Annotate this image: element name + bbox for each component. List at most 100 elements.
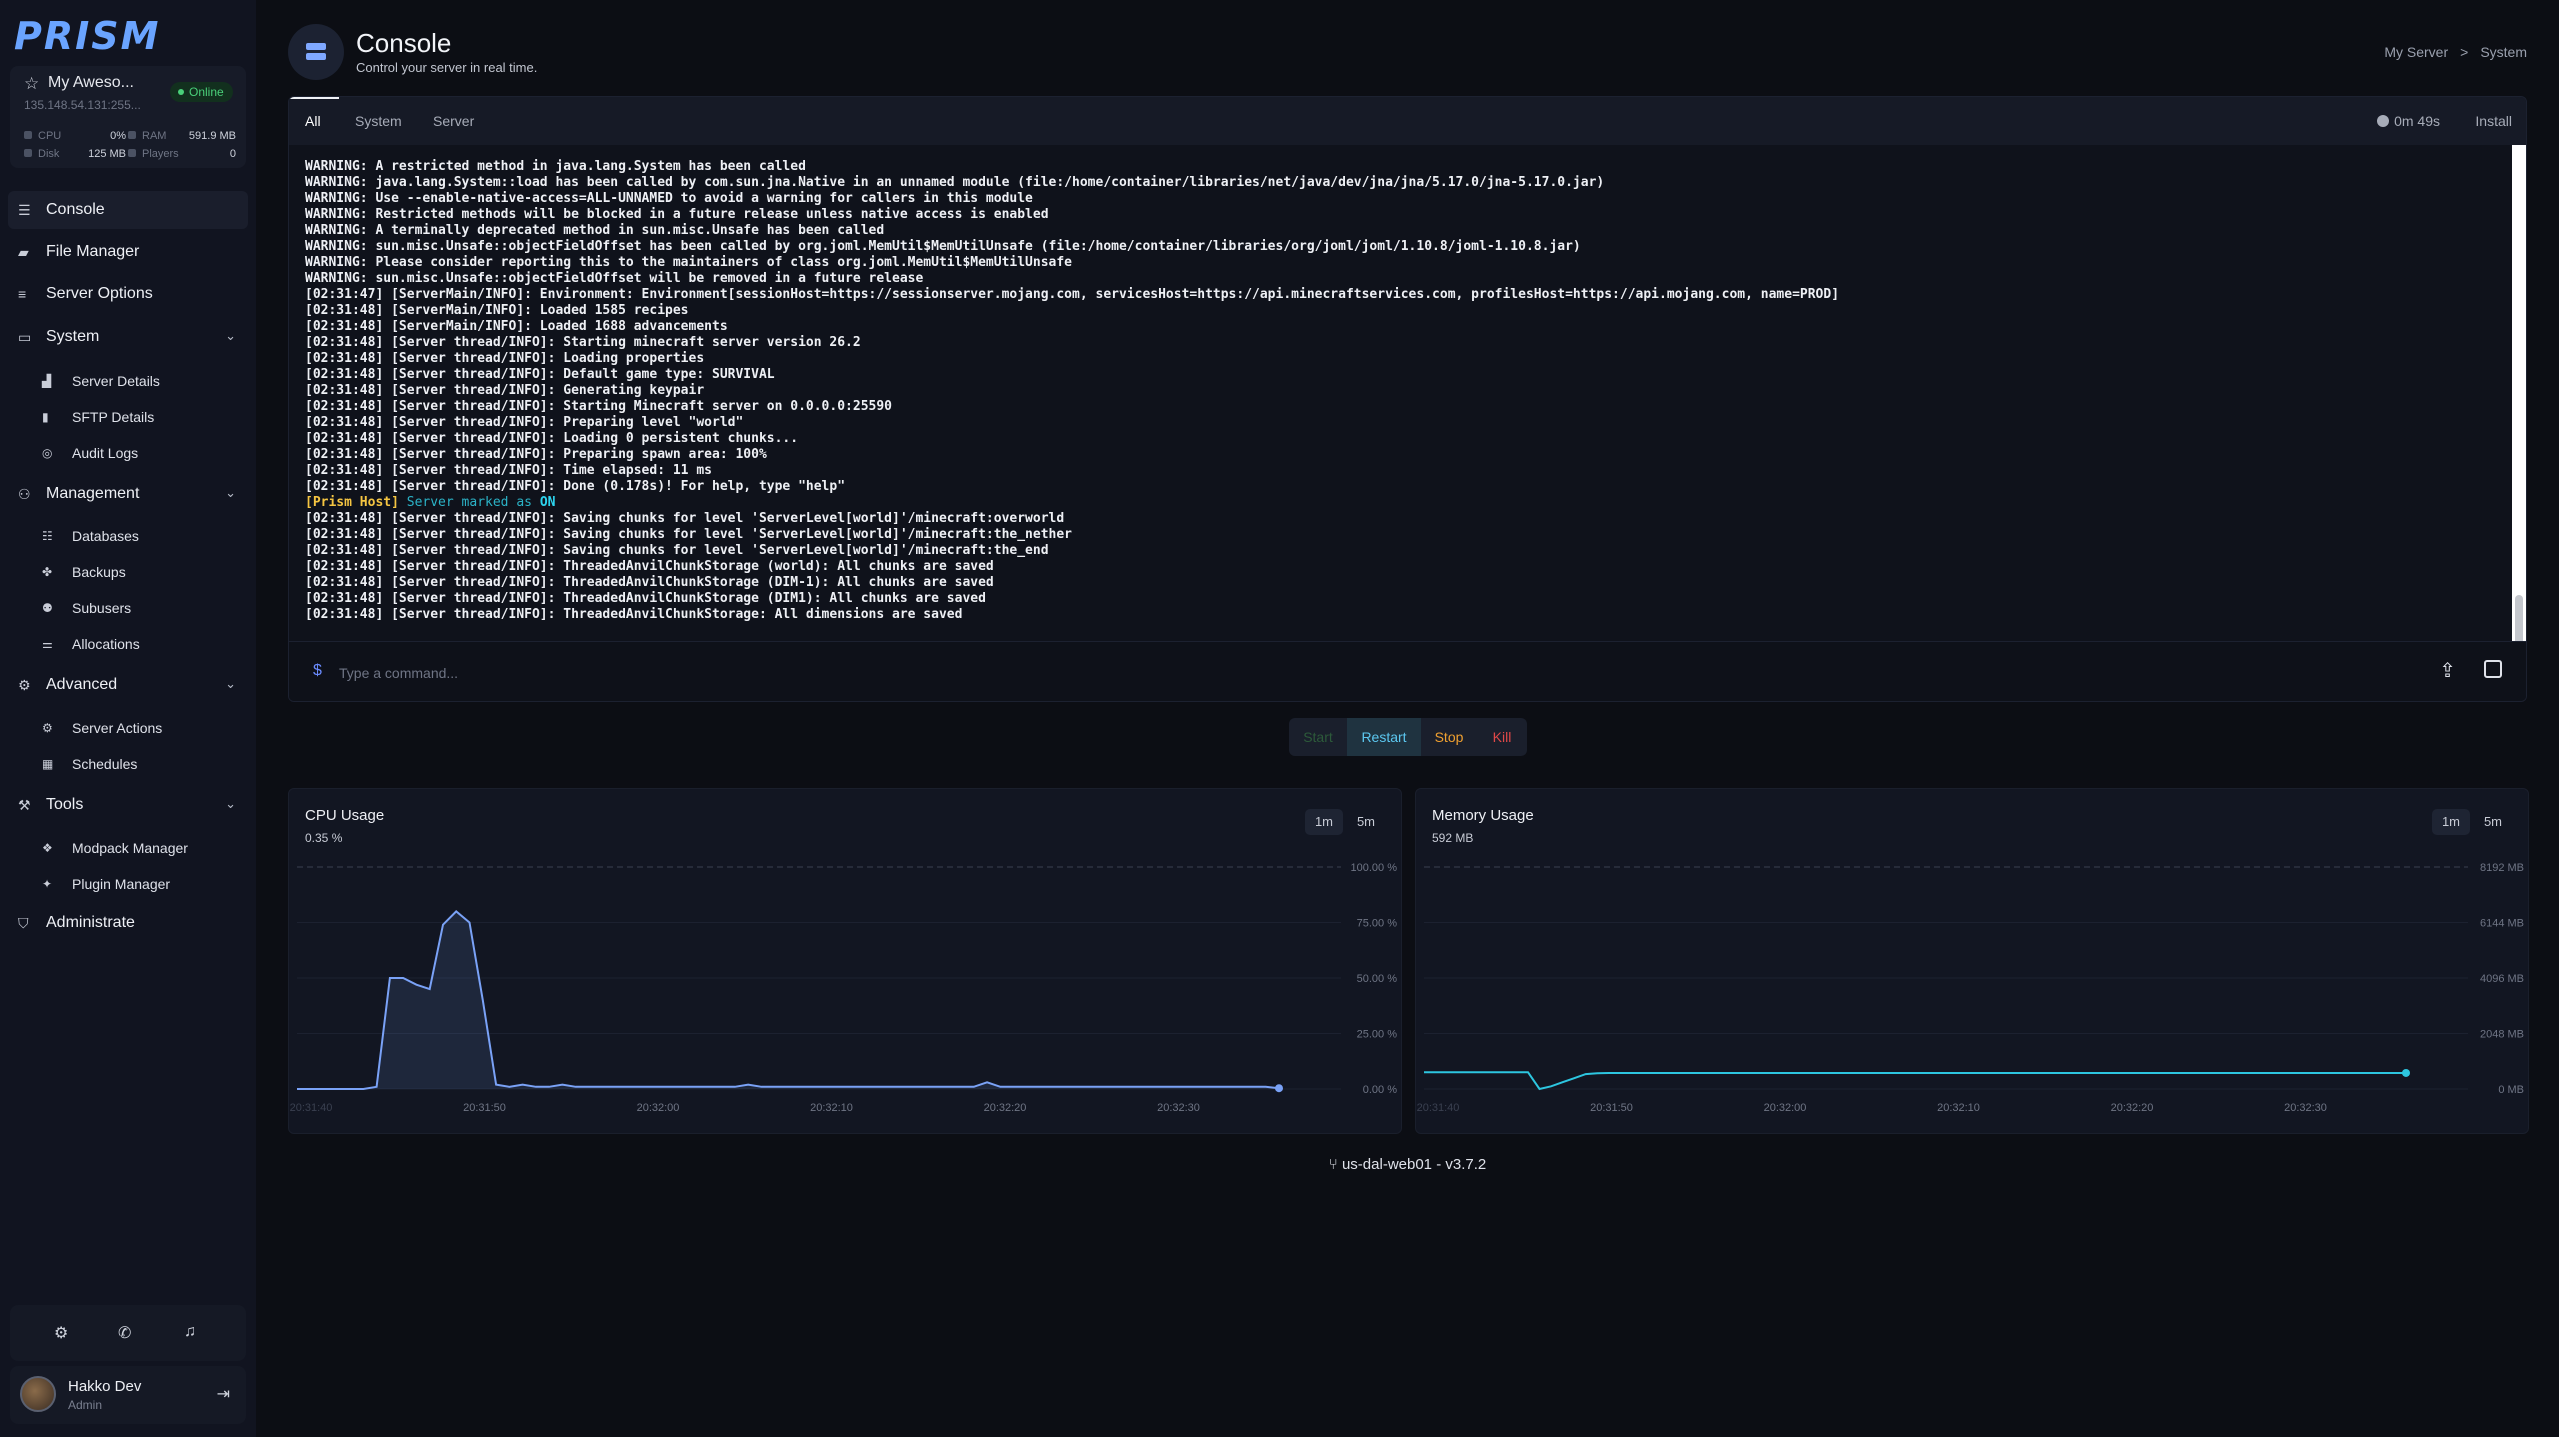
chevron-down-icon: ⌄: [225, 676, 236, 691]
y-tick-label: 100.00 %: [1351, 862, 1398, 874]
puzzle-icon: ✤: [42, 565, 53, 579]
sidebar-item-databases[interactable]: ☷ Databases: [42, 522, 242, 550]
uptime: 0m 49s: [2377, 113, 2440, 129]
series-area: [297, 911, 1279, 1089]
logout-icon[interactable]: ⇥: [217, 1384, 230, 1404]
sidebar-item-management[interactable]: ⚇ Management ⌄: [8, 475, 248, 513]
server-address: 135.148.54.131:255...: [24, 98, 141, 112]
console-panel: All System Server 0m 49s Install WARNING…: [288, 96, 2527, 702]
log-line: WARNING: Restricted methods will be bloc…: [305, 207, 1049, 222]
kill-button[interactable]: Kill: [1477, 718, 1527, 756]
sliders-icon: ≡: [18, 286, 27, 302]
brand-logo[interactable]: PRISM: [14, 14, 160, 58]
console-scrollbar[interactable]: [2512, 145, 2526, 671]
bell-icon[interactable]: ♫: [184, 1323, 196, 1341]
plug-icon: ✦: [42, 877, 53, 891]
user-role: Admin: [68, 1398, 103, 1412]
log-line: [02:31:48] [Server thread/INFO]: Threade…: [305, 575, 994, 590]
tab-server[interactable]: Server: [433, 113, 474, 129]
sidebar-item-console[interactable]: ☰ Console: [8, 191, 248, 229]
stat-disk: Disk 125 MB: [24, 148, 126, 160]
last-point: [2402, 1068, 2410, 1077]
x-tick-label: 20:32:20: [2111, 1102, 2154, 1114]
sidebar-item-sftp-details[interactable]: ▮ SFTP Details: [42, 403, 242, 431]
x-tick-label: 20:32:10: [810, 1102, 853, 1114]
sidebar-item-system[interactable]: ▭ System ⌄: [8, 318, 248, 356]
sidebar-item-server-actions[interactable]: ⚙ Server Actions: [42, 714, 242, 742]
cpu-chart: 100.00 % 75.00 % 50.00 % 25.00 % 0.00 % 20:31…: [290, 862, 1398, 1114]
series-line: [1424, 1071, 2406, 1091]
power-controls: Start Restart Stop Kill: [1289, 718, 1527, 756]
users-icon: ⚉: [42, 601, 53, 615]
cpu-icon: [24, 131, 32, 139]
cogs-icon: ⚙: [42, 721, 53, 735]
user-profile[interactable]: Hakko Dev Admin ⇥: [10, 1366, 246, 1424]
log-line: [02:31:48] [Server thread/INFO]: Threade…: [305, 591, 986, 606]
breadcrumb-item[interactable]: My Server: [2384, 44, 2448, 60]
star-icon[interactable]: ☆: [24, 74, 39, 94]
log-line: [02:31:48] [Server thread/INFO]: Threade…: [305, 607, 963, 622]
log-line: WARNING: A restricted method in java.lan…: [305, 159, 806, 174]
console-log: WARNING: A restricted method in java.lan…: [305, 159, 2485, 623]
sidebar-item-file-manager[interactable]: ▰ File Manager: [8, 233, 248, 271]
log-line: [02:31:48] [Server thread/INFO]: Default…: [305, 367, 775, 382]
command-input[interactable]: [339, 656, 2239, 690]
sidebar-item-modpack-manager[interactable]: ❖ Modpack Manager: [42, 834, 242, 862]
log-line: [02:31:48] [Server thread/INFO]: Prepari…: [305, 415, 744, 430]
x-tick-label: 20:31:50: [463, 1102, 506, 1114]
avatar[interactable]: [20, 1376, 56, 1412]
server-card[interactable]: ☆ My Aweso... Online 135.148.54.131:255.…: [10, 66, 246, 168]
y-tick-label: 2048 MB: [2480, 1029, 2524, 1041]
ram-icon: [128, 131, 136, 139]
prompt-symbol: $: [313, 662, 322, 679]
sidebar-item-schedules[interactable]: ▦ Schedules: [42, 750, 242, 778]
log-line: [02:31:47] [ServerMain/INFO]: Environmen…: [305, 287, 1840, 302]
install-tab[interactable]: Install: [2475, 113, 2512, 129]
memory-chart-card: Memory Usage 592 MB 1m 5m 8192 MB 6144 MB…: [1415, 788, 2529, 1134]
upload-icon[interactable]: ⇪: [2439, 658, 2456, 683]
sidebar-item-allocations[interactable]: ⚌ Allocations: [42, 630, 242, 658]
sidebar-item-tools[interactable]: ⚒ Tools ⌄: [8, 786, 248, 824]
last-point: [1275, 1084, 1283, 1093]
chevron-down-icon: ⌄: [225, 328, 236, 343]
stop-button[interactable]: Stop: [1421, 718, 1477, 756]
console-icon: ☰: [18, 202, 31, 218]
fingerprint-icon: ◎: [42, 446, 53, 460]
x-tick-label: 20:31:40: [1417, 1102, 1460, 1114]
stat-ram: RAM 591.9 MB: [128, 130, 236, 142]
memory-chart: 8192 MB 6144 MB 4096 MB 2048 MB 0 MB 20:31:40…: [1417, 862, 2524, 1114]
clock-icon: [2377, 115, 2390, 128]
log-line: WARNING: A terminally deprecated method …: [305, 223, 885, 238]
tab-all[interactable]: All: [305, 113, 321, 129]
footer-version: ⑂ us-dal-web01 - v3.7.2: [1328, 1156, 1487, 1173]
log-line: [02:31:48] [Server thread/INFO]: Prepari…: [305, 447, 767, 462]
megaphone-icon[interactable]: ✆: [118, 1323, 131, 1343]
y-tick-label: 6144 MB: [2480, 918, 2524, 930]
sidebar-item-server-options[interactable]: ≡ Server Options: [8, 275, 248, 313]
sidebar-item-plugin-manager[interactable]: ✦ Plugin Manager: [42, 870, 242, 898]
breadcrumb-item[interactable]: System: [2480, 44, 2527, 60]
settings-icon[interactable]: ⚙: [54, 1323, 68, 1343]
network-icon: ⚌: [42, 637, 53, 651]
status-badge: Online: [170, 82, 233, 102]
log-line: WARNING: java.lang.System::load has been…: [305, 175, 1605, 190]
expand-icon[interactable]: [2484, 660, 2502, 678]
console-header-icon: [288, 24, 344, 80]
tab-system[interactable]: System: [355, 113, 402, 129]
x-tick-label: 20:32:30: [2284, 1102, 2327, 1114]
log-line: [02:31:48] [Server thread/INFO]: Startin…: [305, 399, 892, 414]
log-line: [02:31:48] [Server thread/INFO]: Threade…: [305, 559, 994, 574]
start-button[interactable]: Start: [1289, 718, 1347, 756]
sidebar-item-server-details[interactable]: ▟ Server Details: [42, 367, 242, 395]
log-line: WARNING: Please consider reporting this …: [305, 255, 1073, 270]
sidebar-item-advanced[interactable]: ⚙ Advanced ⌄: [8, 666, 248, 704]
sidebar-item-backups[interactable]: ✤ Backups: [42, 558, 242, 586]
sidebar-item-audit-logs[interactable]: ◎ Audit Logs: [42, 439, 242, 467]
y-tick-label: 8192 MB: [2480, 862, 2524, 874]
restart-button[interactable]: Restart: [1347, 718, 1421, 756]
disk-icon: [24, 149, 32, 157]
sidebar-item-subusers[interactable]: ⚉ Subusers: [42, 594, 242, 622]
shield-icon: ⛉: [18, 915, 29, 931]
x-tick-label: 20:31:50: [1590, 1102, 1633, 1114]
sidebar-item-administrate[interactable]: ⛉ Administrate: [8, 904, 248, 942]
